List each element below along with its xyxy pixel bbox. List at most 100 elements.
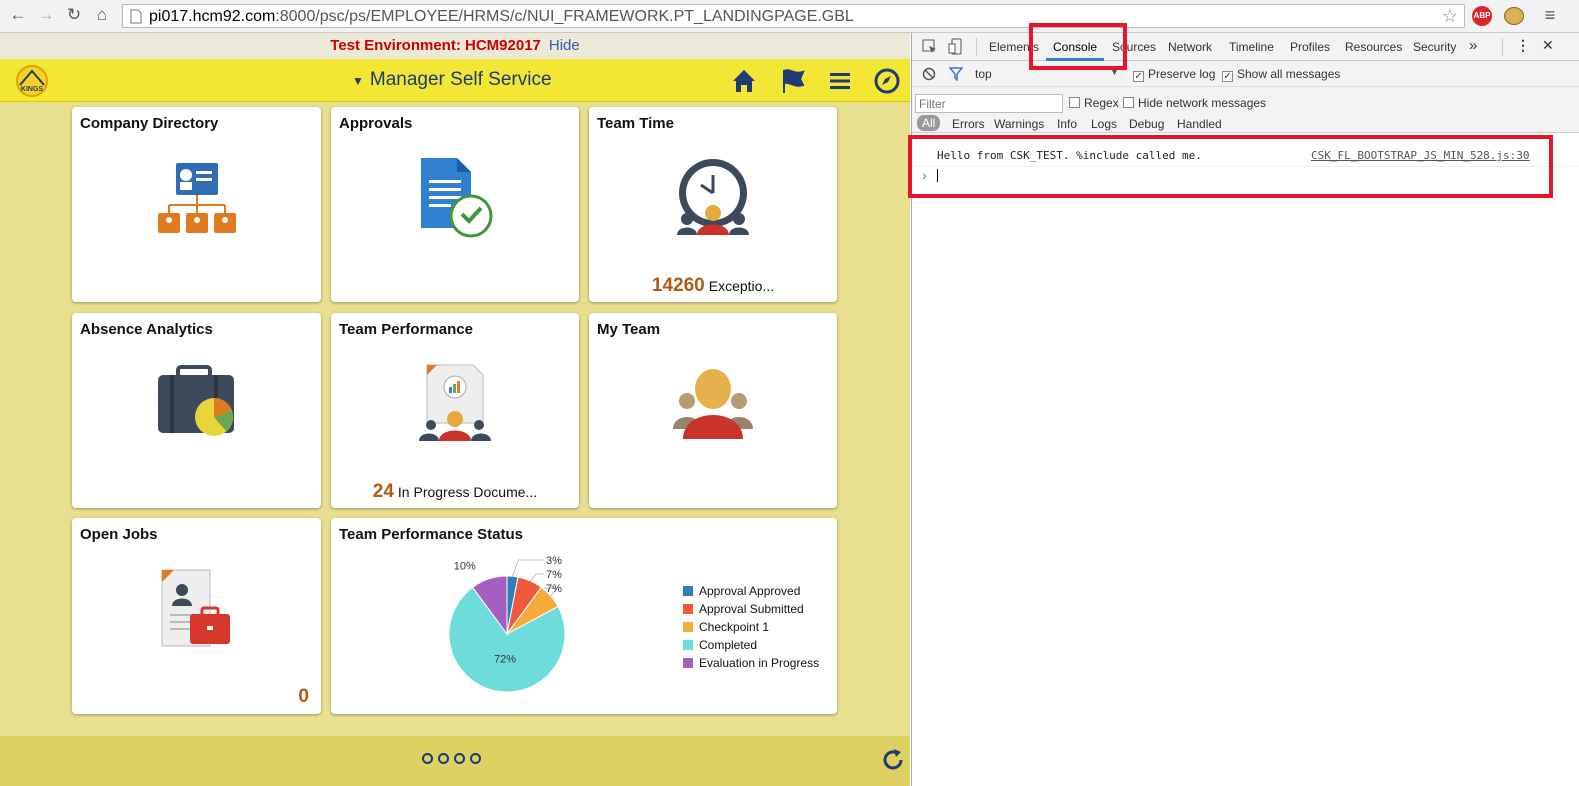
tile-title: Approvals — [339, 115, 413, 132]
level-debug[interactable]: Debug — [1129, 117, 1164, 131]
filter-input[interactable] — [915, 94, 1063, 113]
tile-company-directory[interactable]: Company Directory — [72, 107, 321, 302]
svg-text:KINGS: KINGS — [21, 86, 44, 93]
test-env-bar: Test Environment: HCM92017 Hide — [0, 33, 910, 59]
page-dot[interactable] — [470, 753, 481, 764]
refresh-icon[interactable] — [880, 747, 906, 773]
console-toolbar: top ▼ ✓ Preserve log ✓ Show all messages — [912, 61, 1579, 87]
page-dot[interactable] — [438, 753, 449, 764]
close-devtools-icon[interactable]: ✕ — [1542, 37, 1554, 54]
tile-count: 0 — [298, 686, 309, 707]
url-host: pi017.hcm92.com — [149, 8, 276, 25]
tile-title: Team Performance Status — [339, 526, 523, 543]
tile-approvals[interactable]: Approvals — [331, 107, 579, 302]
caret-down-icon: ▼ — [352, 74, 364, 88]
context-select[interactable]: top — [975, 67, 992, 81]
console-output: Hello from CSK_TEST. %include called me.… — [912, 133, 1579, 786]
app-pane: Test Environment: HCM92017 Hide KINGS ▼ Ma… — [0, 33, 910, 786]
legend-item[interactable]: Approval Submitted — [683, 602, 804, 616]
home-icon[interactable] — [730, 67, 758, 95]
open-jobs-icon — [161, 569, 230, 647]
devtools-menu-icon[interactable]: ⋮ — [1516, 37, 1530, 54]
tile-team-time[interactable]: Team Time 14260 Exceptio... — [589, 107, 837, 302]
tile-absence-analytics[interactable]: Absence Analytics — [72, 313, 321, 508]
level-logs[interactable]: Logs — [1091, 117, 1117, 131]
page-dot[interactable] — [422, 753, 433, 764]
tile-title: Team Time — [597, 115, 674, 132]
team-performance-icon — [419, 364, 491, 441]
tab-security[interactable]: Security — [1413, 40, 1456, 54]
clock-team-icon — [677, 159, 749, 235]
tab-network[interactable]: Network — [1168, 40, 1212, 54]
device-mode-icon[interactable] — [948, 38, 964, 56]
forward-arrow-icon[interactable]: → — [36, 5, 56, 25]
count-value: 14260 — [651, 275, 705, 296]
address-bar[interactable]: pi017.hcm92.com:8000/psc/ps/EMPLOYEE/HRM… — [122, 4, 1465, 28]
level-info[interactable]: Info — [1057, 117, 1077, 131]
tile-count: 14260 Exceptio... — [589, 275, 837, 297]
checkbox-icon[interactable] — [1069, 97, 1080, 108]
hide-link[interactable]: Hide — [549, 37, 580, 54]
tile-grid: Company Directory Approvals Team Time 14… — [0, 102, 910, 736]
org-chart-icon — [158, 163, 236, 233]
home-icon[interactable]: ⌂ — [92, 5, 112, 25]
clear-console-icon[interactable] — [922, 67, 936, 81]
level-warnings[interactable]: Warnings — [994, 117, 1044, 131]
reload-icon[interactable]: ↻ — [64, 5, 84, 25]
tab-resources[interactable]: Resources — [1345, 40, 1402, 54]
page-icon — [130, 9, 142, 24]
tab-profiles[interactable]: Profiles — [1290, 40, 1330, 54]
navbar-compass-icon[interactable] — [873, 67, 901, 95]
tile-open-jobs[interactable]: Open Jobs 0 — [72, 518, 321, 714]
flag-icon[interactable] — [779, 67, 807, 95]
highlight-console-message — [908, 135, 1553, 198]
tile-my-team[interactable]: My Team — [589, 313, 837, 508]
tab-timeline[interactable]: Timeline — [1229, 40, 1274, 54]
bookmark-star-icon[interactable]: ☆ — [1442, 6, 1458, 27]
tile-title: Absence Analytics — [80, 321, 213, 338]
legend-item[interactable]: Evaluation in Progress — [683, 656, 819, 670]
logo-icon: KINGS — [16, 65, 48, 97]
tile-team-performance[interactable]: Team Performance 24 In Progress Docume... — [331, 313, 579, 508]
pie-data-label: 10% — [454, 560, 476, 572]
show-all-messages-checkbox[interactable]: ✓ Show all messages — [1222, 67, 1340, 82]
page-dot[interactable] — [454, 753, 465, 764]
legend-swatch — [683, 622, 693, 632]
tile-count: 24 In Progress Docume... — [331, 481, 579, 503]
regex-label: Regex — [1084, 96, 1119, 110]
checkbox-checked-icon[interactable]: ✓ — [1133, 71, 1144, 82]
page-title-dropdown[interactable]: ▼ Manager Self Service — [352, 69, 552, 91]
legend-label: Approval Approved — [699, 584, 801, 598]
tile-title: Open Jobs — [80, 526, 158, 543]
count-label: Exceptio... — [708, 278, 775, 294]
devtools-tabs: Elements Console Sources Network Timelin… — [912, 33, 1579, 61]
legend-swatch — [683, 640, 693, 650]
legend-item[interactable]: Completed — [683, 638, 757, 652]
page-indicator-dots[interactable] — [422, 753, 481, 764]
menu-icon[interactable]: ≡ — [1540, 5, 1560, 25]
inspect-element-icon[interactable] — [922, 39, 938, 55]
legend-item[interactable]: Approval Approved — [683, 584, 800, 598]
cookie-extension-icon[interactable] — [1504, 7, 1524, 25]
hide-network-checkbox[interactable]: Hide network messages — [1123, 96, 1266, 110]
more-tabs-button[interactable]: » — [1469, 37, 1477, 54]
browser-toolbar: ← → ↻ ⌂ pi017.hcm92.com:8000/psc/ps/EMPL… — [0, 0, 1579, 33]
legend-swatch — [683, 604, 693, 614]
tile-team-performance-status[interactable]: Team Performance Status 3% 7% 7% 72% 10% App… — [331, 518, 837, 714]
legend-item[interactable]: Checkpoint 1 — [683, 620, 769, 634]
level-handled[interactable]: Handled — [1177, 117, 1222, 131]
preserve-log-checkbox[interactable]: ✓ Preserve log — [1133, 67, 1215, 82]
level-errors[interactable]: Errors — [952, 117, 985, 131]
regex-checkbox[interactable]: Regex — [1069, 96, 1119, 110]
legend-label: Checkpoint 1 — [699, 620, 770, 634]
adblock-extension-icon[interactable]: ABP — [1472, 6, 1492, 26]
pie-leader-line — [529, 573, 544, 582]
checkbox-checked-icon[interactable]: ✓ — [1222, 71, 1233, 82]
preserve-log-label: Preserve log — [1148, 67, 1216, 81]
actions-menu-icon[interactable] — [826, 67, 854, 95]
level-all[interactable]: All — [917, 115, 941, 131]
checkbox-icon[interactable] — [1123, 97, 1134, 108]
back-arrow-icon[interactable]: ← — [8, 5, 28, 25]
filter-icon[interactable] — [949, 67, 963, 81]
tile-title: Company Directory — [80, 115, 219, 132]
